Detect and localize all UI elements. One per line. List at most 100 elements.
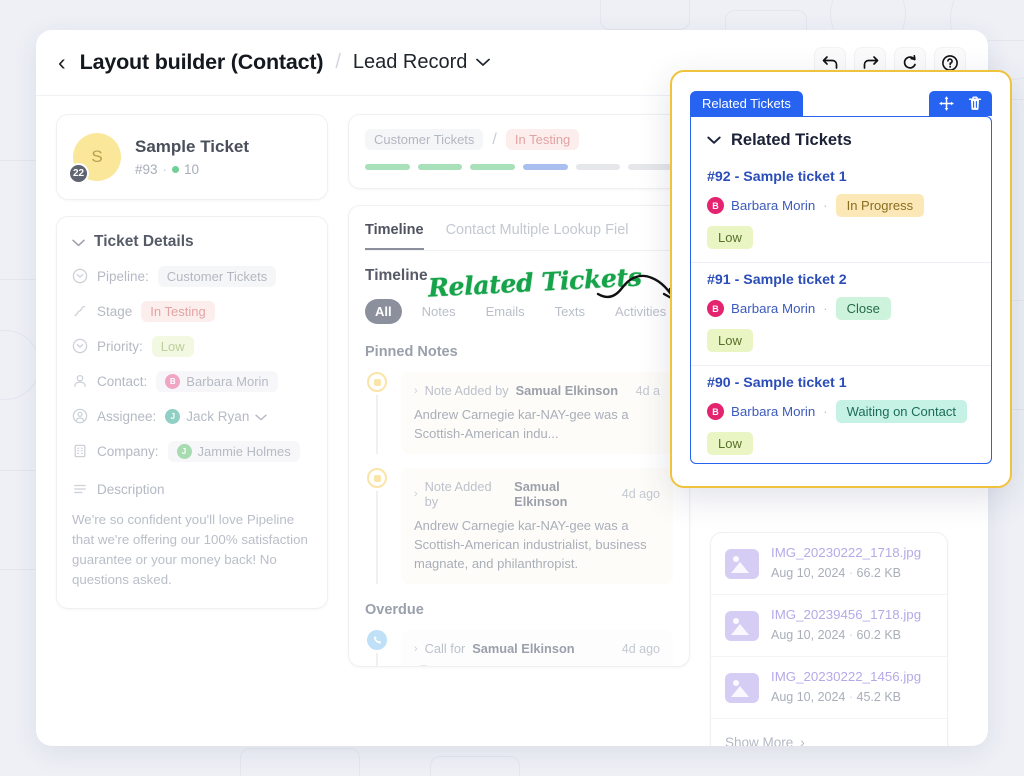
breadcrumb: Customer Tickets / In Testing [365, 129, 673, 150]
progress-segment[interactable] [470, 164, 515, 170]
attachment-size: 60.2 KB [857, 628, 901, 642]
ticket-number: #93 [135, 162, 158, 177]
tab-timeline[interactable]: Timeline [365, 222, 424, 250]
note-body[interactable]: › Note Added by Samual Elkinson 4d a And… [401, 372, 673, 454]
attachment-row[interactable]: IMG_20239456_1718.jpg Aug 10, 2024 · 60.… [711, 595, 947, 657]
description-text: We're so confident you'll love Pipeline … [72, 510, 312, 590]
related-ticket-person[interactable]: B Barbara Morin [707, 300, 815, 317]
attachment-size: 66.2 KB [857, 566, 901, 580]
attachment-row[interactable]: IMG_20230222_1718.jpg Aug 10, 2024 · 66.… [711, 533, 947, 595]
filter-chip-texts[interactable]: Texts [545, 299, 595, 324]
chevron-right-icon[interactable]: › [414, 488, 418, 500]
field-value: Barbara Morin [186, 374, 268, 389]
stage-icon [72, 303, 88, 319]
chevron-down-icon[interactable] [72, 235, 85, 250]
bg-decoration-7 [0, 330, 40, 400]
left-column: S 22 Sample Ticket #93 · 10 [56, 114, 328, 728]
related-ticket-person[interactable]: B Barbara Morin [707, 403, 815, 420]
chevron-right-icon[interactable]: › [414, 643, 418, 655]
attachment-date: Aug 10, 2024 [771, 566, 845, 580]
move-icon[interactable] [939, 96, 954, 111]
meta-separator: · [823, 404, 827, 419]
bg-decoration-11 [430, 756, 520, 776]
breadcrumb-stage[interactable]: In Testing [506, 129, 579, 150]
field-pipeline[interactable]: Pipeline: Customer Tickets [72, 265, 312, 287]
field-value: Jammie Holmes [198, 444, 291, 459]
call-task-row[interactable]: ✓ Discovery Call [414, 665, 660, 667]
related-ticket-row[interactable]: #90 - Sample ticket 1 B Barbara Morin · … [691, 366, 991, 464]
progress-segment[interactable] [628, 164, 673, 170]
field-value-chip[interactable]: J Jammie Holmes [168, 441, 300, 462]
attachment-name[interactable]: IMG_20239456_1718.jpg [771, 607, 921, 622]
call-header: › Call for Samual Elkinson 4d ago [414, 641, 660, 656]
progress-segment[interactable] [523, 164, 568, 170]
field-contact[interactable]: Contact: B Barbara Morin [72, 370, 312, 392]
attachment-separator: · [849, 628, 853, 642]
popup-tab-related-tickets[interactable]: Related Tickets [690, 91, 803, 116]
related-tickets-popup: Related Tickets [670, 70, 1012, 488]
pipeline-progress-card: Customer Tickets / In Testing [348, 114, 690, 189]
field-value-chip[interactable]: B Barbara Morin [156, 371, 277, 392]
field-label: Assignee: [97, 409, 156, 424]
chevron-right-icon[interactable]: › [414, 385, 418, 397]
avatar-badge: 22 [68, 163, 89, 184]
attachment-separator: · [849, 566, 853, 580]
chevron-left-icon[interactable]: ‹ [58, 51, 66, 74]
ticket-details-header[interactable]: Ticket Details [72, 233, 312, 251]
record-type-label[interactable]: Lead Record [353, 51, 468, 74]
related-ticket-row[interactable]: #91 - Sample ticket 2 B Barbara Morin · … [691, 263, 991, 366]
show-more-button[interactable]: Show More › [711, 719, 947, 746]
field-value[interactable]: In Testing [141, 301, 214, 322]
call-body[interactable]: › Call for Samual Elkinson 4d ago ✓ Disc… [401, 630, 673, 667]
chevron-down-icon[interactable] [255, 409, 267, 424]
filter-chip-notes[interactable]: Notes [412, 299, 466, 324]
tab-contact-multiple-lookup[interactable]: Contact Multiple Lookup Fiel [446, 222, 629, 250]
note-author: Samual Elkinson [516, 383, 618, 398]
chevron-right-icon: › [800, 735, 805, 746]
attachment-size: 45.2 KB [857, 690, 901, 704]
middle-column: Customer Tickets / In Testing [348, 114, 690, 728]
meta-separator: · [823, 198, 827, 213]
field-stage[interactable]: Stage In Testing [72, 300, 312, 322]
building-icon [72, 443, 88, 459]
field-priority[interactable]: Priority: Low [72, 335, 312, 357]
timeline-connector [376, 653, 378, 667]
breadcrumb-pipeline[interactable]: Customer Tickets [365, 129, 483, 150]
field-value[interactable]: Low [152, 336, 194, 357]
image-icon [725, 549, 759, 579]
field-value-chip[interactable]: J Jack Ryan [165, 409, 267, 424]
ticket-name: Sample Ticket [135, 137, 249, 157]
related-ticket-row[interactable]: #92 - Sample ticket 1 B Barbara Morin · … [691, 160, 991, 263]
popup-content: Related Tickets #92 - Sample ticket 1 B … [690, 116, 992, 464]
popup-tab-bar: Related Tickets [690, 90, 992, 116]
attachment-name[interactable]: IMG_20230222_1718.jpg [771, 545, 921, 560]
related-ticket-title[interactable]: #90 - Sample ticket 1 [707, 375, 975, 391]
filter-chip-all[interactable]: All [365, 299, 402, 324]
circle-chevron-icon [72, 268, 88, 284]
popup-section-header[interactable]: Related Tickets [691, 117, 991, 160]
note-node-icon [367, 468, 387, 488]
chevron-down-icon[interactable] [476, 54, 490, 71]
field-value[interactable]: Customer Tickets [158, 266, 276, 287]
page-title: Layout builder (Contact) [80, 50, 324, 75]
related-ticket-person[interactable]: B Barbara Morin [707, 197, 815, 214]
related-ticket-meta: B Barbara Morin · In Progress [707, 194, 975, 217]
attachment-row[interactable]: IMG_20230222_1456.jpg Aug 10, 2024 · 45.… [711, 657, 947, 719]
note-body[interactable]: › Note Added by Samual Elkinson 4d ago A… [401, 468, 673, 584]
overdue-title: Overdue [365, 602, 673, 618]
progress-segment[interactable] [576, 164, 621, 170]
progress-segment[interactable] [418, 164, 463, 170]
filter-chip-emails[interactable]: Emails [476, 299, 535, 324]
related-ticket-title[interactable]: #91 - Sample ticket 2 [707, 272, 975, 288]
field-company[interactable]: Company: J Jammie Holmes [72, 440, 312, 462]
attachment-name[interactable]: IMG_20230222_1456.jpg [771, 669, 921, 684]
progress-segment[interactable] [365, 164, 410, 170]
note-header: › Note Added by Samual Elkinson 4d a [414, 383, 660, 398]
check-circle-icon[interactable]: ✓ [414, 665, 433, 667]
attachment-date: Aug 10, 2024 [771, 628, 845, 642]
show-more-label: Show More [725, 735, 793, 746]
related-ticket-title[interactable]: #92 - Sample ticket 1 [707, 169, 975, 185]
field-assignee[interactable]: Assignee: J Jack Ryan [72, 405, 312, 427]
chevron-down-icon[interactable] [707, 133, 721, 148]
trash-icon[interactable] [968, 96, 982, 111]
